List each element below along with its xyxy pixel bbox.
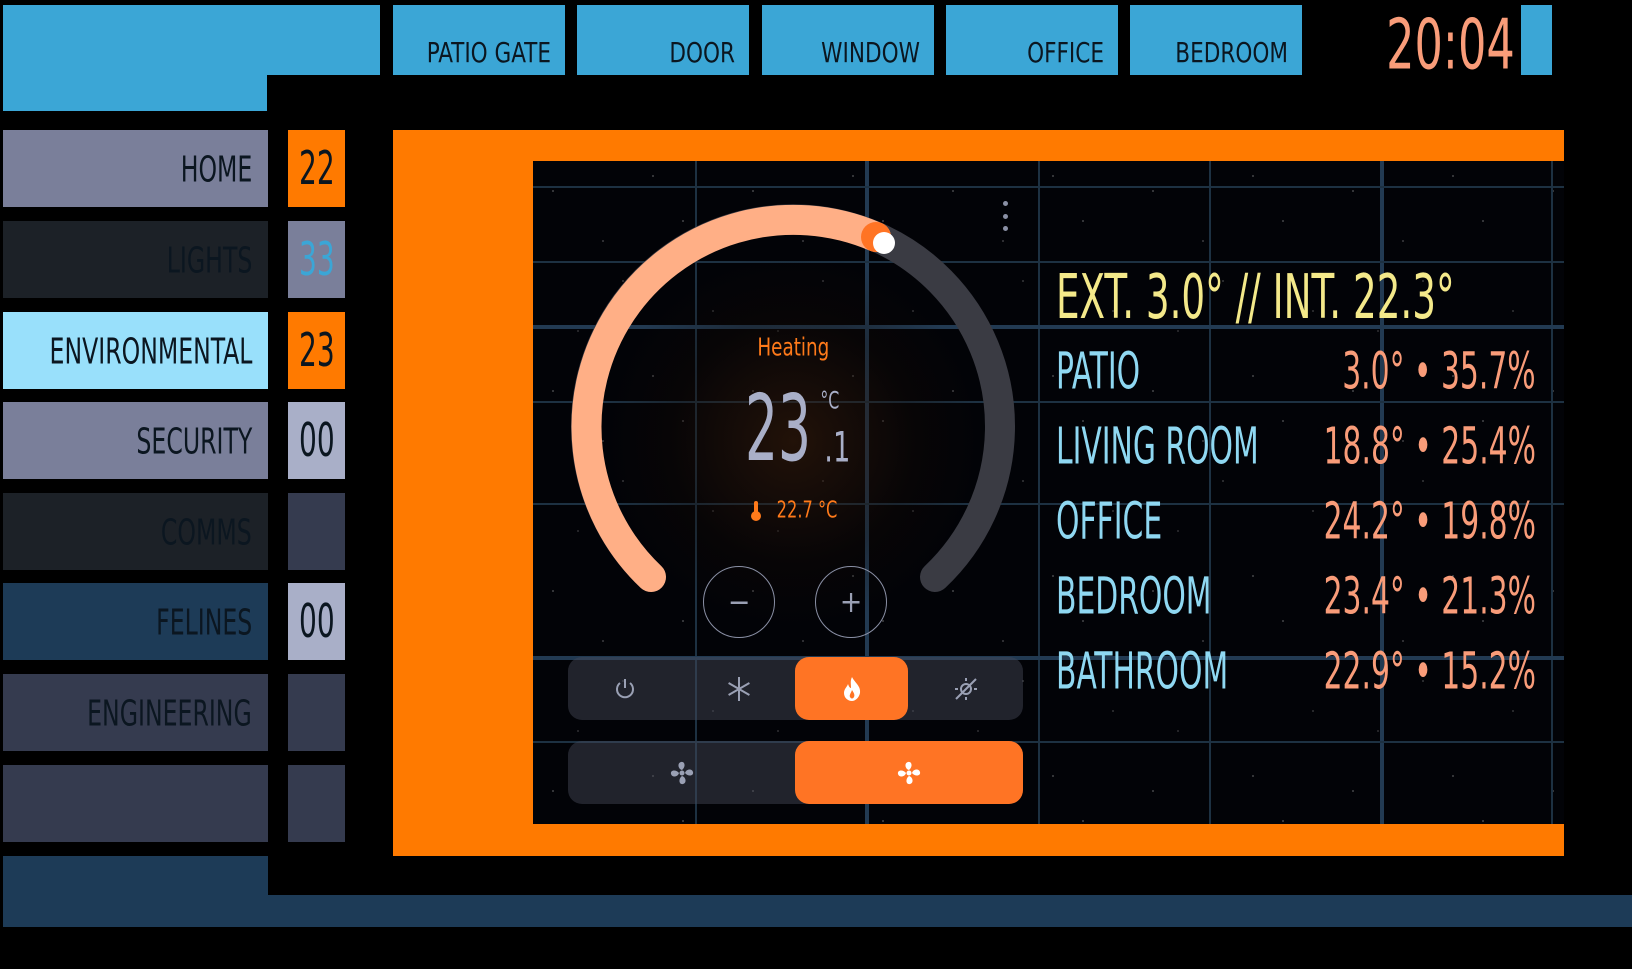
sidebar-item-lights[interactable]: LIGHTS [3,221,268,298]
sidebar-badge-home: 22 [288,130,345,207]
sidebar-item-empty[interactable] [3,765,268,842]
fan-auto-button[interactable] [568,741,795,804]
top-nav-door[interactable]: DOOR [577,5,749,75]
sidebar-badge-engineering [288,674,345,751]
sidebar-badge-empty [288,765,345,842]
sensor-row-patio: PATIO 3.0° • 35.7% [1056,341,1536,404]
header-frame-elbow [3,75,267,111]
sensor-name: PATIO [1056,341,1141,401]
clock: 20:04 [1386,3,1515,85]
sensor-value: 24.2° • 19.8% [1323,491,1536,551]
dial-handle[interactable] [873,232,895,254]
sidebar-item-comms[interactable]: COMMS [3,493,268,570]
sensor-value: 23.4° • 21.3% [1323,566,1536,626]
fan-icon [670,761,693,784]
sidebar-badge-lights: 33 [288,221,345,298]
target-temperature-decimal: .1 [824,422,851,472]
mode-heat-off-button[interactable] [909,657,1022,720]
sensor-name: OFFICE [1056,491,1163,551]
main-panel: Heating 23 °C .1 22.7 °C − + EXT. 3.0° /… [533,161,1564,824]
fan-on-button[interactable] [795,741,1023,804]
header-frame [3,5,380,75]
top-nav-bedroom[interactable]: BEDROOM [1130,5,1302,75]
top-nav-window[interactable]: WINDOW [762,5,934,75]
sensor-row-living-room: LIVING ROOM 18.8° • 25.4% [1056,416,1536,479]
footer-frame [3,895,1632,927]
flame-icon [843,676,860,701]
sensor-value: 22.9° • 15.2% [1323,641,1536,701]
sensor-summary: EXT. 3.0° // INT. 22.3° [1056,261,1455,334]
header-end-cap [1521,5,1552,75]
sidebar-item-environmental[interactable]: ENVIRONMENTAL [3,312,268,389]
sidebar-badge-felines: 00 [288,583,345,660]
decrease-temp-button[interactable]: − [703,566,775,638]
sidebar-badge-security: 00 [288,402,345,479]
mode-off-button[interactable] [568,657,681,720]
sidebar-item-engineering[interactable]: ENGINEERING [3,674,268,751]
sidebar-badge-comms [288,493,345,570]
mode-heat-button[interactable] [795,657,908,720]
sidebar-item-felines[interactable]: FELINES [3,583,268,660]
footer-frame-elbow [3,856,268,895]
current-temperature: 22.7 °C [750,497,844,524]
sensor-row-office: OFFICE 24.2° • 19.8% [1056,491,1536,554]
power-icon [615,678,634,698]
thermometer-icon [751,500,761,521]
sensor-value: 3.0° • 35.7% [1342,341,1536,401]
sidebar-item-security[interactable]: SECURITY [3,402,268,479]
sensor-value: 18.8° • 25.4% [1323,416,1536,476]
hvac-status: Heating [757,332,829,362]
mode-cool-button[interactable] [682,657,795,720]
top-nav-office[interactable]: OFFICE [946,5,1118,75]
top-nav-patio-gate[interactable]: PATIO GATE [393,5,565,75]
sidebar-item-home[interactable]: HOME [3,130,268,207]
snowflake-icon [727,676,750,701]
increase-temp-button[interactable]: + [815,566,887,638]
more-options-icon[interactable] [999,201,1011,231]
fan-icon [897,761,921,784]
sensor-row-bathroom: BATHROOM 22.9° • 15.2% [1056,641,1536,704]
temperature-unit: °C [820,387,840,416]
heat-off-icon [954,677,977,700]
sidebar-badge-environmental: 23 [288,312,345,389]
sensor-name: BEDROOM [1056,566,1212,626]
sensor-row-bedroom: BEDROOM 23.4° • 21.3% [1056,566,1536,629]
